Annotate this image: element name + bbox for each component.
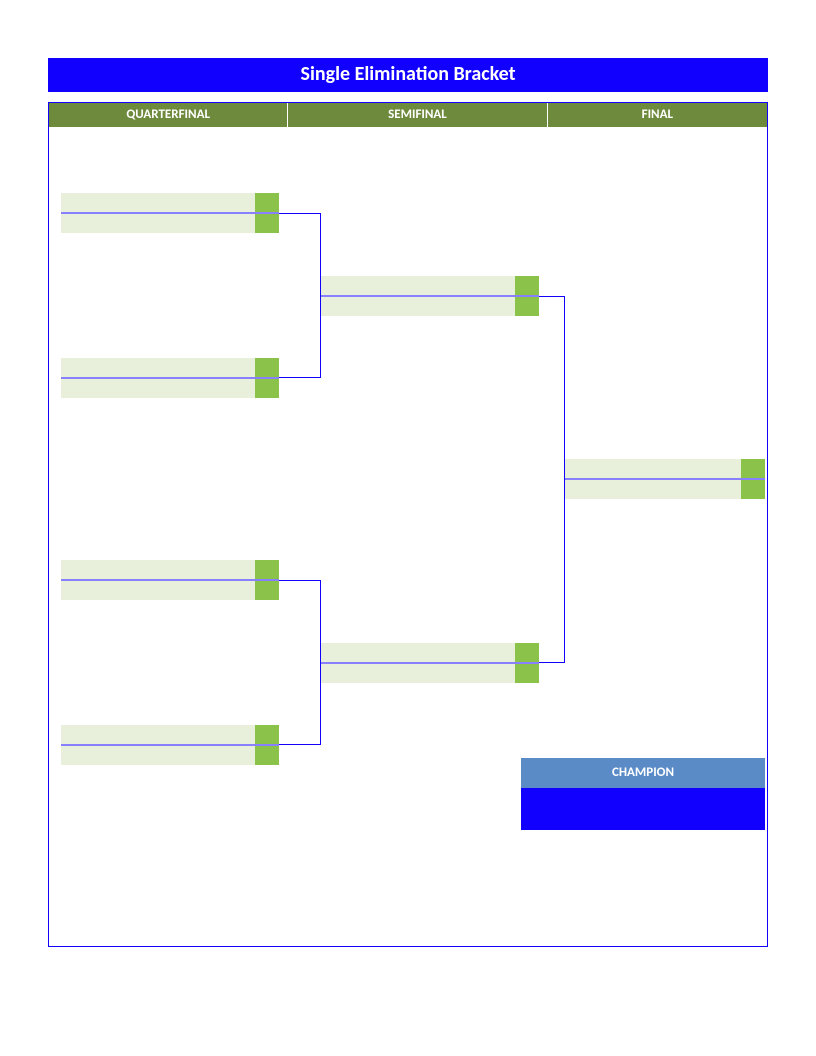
champion-name[interactable] [521,788,765,830]
qf1-score1[interactable] [255,193,279,212]
qf1-team2-slot[interactable] [61,214,279,233]
match-sf2 [321,643,539,683]
qf3-score2[interactable] [255,581,279,600]
qf4-midline [61,745,279,746]
connector [539,296,565,663]
qf2-score1[interactable] [255,358,279,377]
sf2-score1[interactable] [515,643,539,662]
qf2-midline [61,378,279,379]
champion-box: CHAMPION [521,758,765,830]
qf4-score2[interactable] [255,746,279,765]
sf2-team1-slot[interactable] [321,643,539,662]
round-header-semifinal: SEMIFINAL [288,103,547,127]
match-qf4 [61,725,279,765]
bracket-arena: CHAMPION [49,127,767,946]
qf1-score2[interactable] [255,214,279,233]
rounds-header: QUARTERFINAL SEMIFINAL FINAL [49,103,767,127]
final-midline [565,479,765,480]
qf4-team1-slot[interactable] [61,725,279,744]
final-team1-slot[interactable] [565,459,765,478]
round-header-quarterfinal: QUARTERFINAL [49,103,288,127]
page-title: Single Elimination Bracket [48,58,768,92]
round-header-final: FINAL [548,103,767,127]
sf1-team2-slot[interactable] [321,297,539,316]
sf2-team2-slot[interactable] [321,664,539,683]
bracket-document: Single Elimination Bracket QUARTERFINAL … [48,58,768,947]
qf1-midline [61,213,279,214]
sf1-score1[interactable] [515,276,539,295]
match-qf1 [61,193,279,233]
qf2-team2-slot[interactable] [61,379,279,398]
sf1-team1-slot[interactable] [321,276,539,295]
connector [279,580,321,745]
bracket-frame: QUARTERFINAL SEMIFINAL FINAL [48,102,768,947]
match-qf3 [61,560,279,600]
sf1-score2[interactable] [515,297,539,316]
match-final [565,459,765,499]
qf3-score1[interactable] [255,560,279,579]
final-score2[interactable] [741,480,765,499]
final-team2-slot[interactable] [565,480,765,499]
sf1-midline [321,296,539,297]
sf2-score2[interactable] [515,664,539,683]
connector [279,213,321,378]
qf3-team2-slot[interactable] [61,581,279,600]
final-score1[interactable] [741,459,765,478]
qf2-team1-slot[interactable] [61,358,279,377]
champion-label: CHAMPION [521,758,765,788]
qf3-midline [61,580,279,581]
match-sf1 [321,276,539,316]
qf1-team1-slot[interactable] [61,193,279,212]
qf4-score1[interactable] [255,725,279,744]
match-qf2 [61,358,279,398]
qf2-score2[interactable] [255,379,279,398]
sf2-midline [321,663,539,664]
qf4-team2-slot[interactable] [61,746,279,765]
qf3-team1-slot[interactable] [61,560,279,579]
